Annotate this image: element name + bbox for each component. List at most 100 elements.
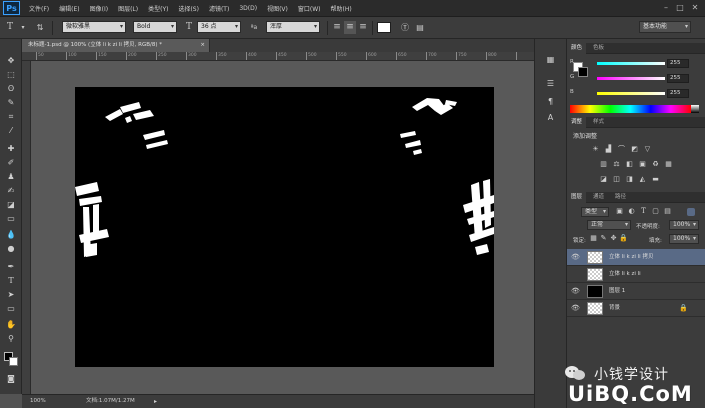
photo-filter-icon[interactable]: ▣ [638, 160, 647, 169]
lock-pixels-icon[interactable]: ✎ [599, 234, 608, 243]
channel-b-slider[interactable] [597, 92, 665, 95]
fill-input[interactable]: 100% [669, 234, 699, 244]
paragraph-panel-icon[interactable]: ¶ [546, 97, 555, 106]
shape-tool-icon[interactable]: ▭ [3, 303, 19, 315]
font-size-select[interactable]: 36 点 [197, 21, 241, 33]
crop-tool-icon[interactable]: ⌗ [3, 111, 19, 123]
type-tool-preset-icon[interactable]: T [4, 21, 16, 34]
menu-edit[interactable]: 编辑(E) [54, 4, 84, 13]
lasso-tool-icon[interactable]: ʘ [3, 83, 19, 95]
font-style-select[interactable]: Bold [133, 21, 177, 33]
quick-mask-icon[interactable]: ◙ [3, 373, 19, 385]
blend-mode-select[interactable]: 正常 [587, 220, 631, 230]
menu-view[interactable]: 视图(V) [262, 4, 293, 13]
menu-window[interactable]: 窗口(W) [293, 4, 326, 13]
channel-g-slider[interactable] [597, 77, 665, 80]
zoom-level[interactable]: 100% [30, 395, 46, 408]
type-tool-icon[interactable]: T [3, 275, 19, 287]
background-color-swatch[interactable] [9, 357, 18, 366]
layer-row[interactable]: 👁 图层 1 [567, 283, 705, 300]
antialias-select[interactable]: 浑厚 [266, 21, 320, 33]
character-panel-icon[interactable]: ▤ [414, 21, 426, 34]
layer-filter-select[interactable]: 类型 [581, 207, 609, 217]
filter-smart-icon[interactable]: ▤ [663, 207, 672, 216]
move-tool-icon[interactable]: ✥ [3, 55, 19, 67]
filter-type-icon[interactable]: T [639, 207, 648, 216]
color-balance-icon[interactable]: ⚖ [612, 160, 621, 169]
channel-b-value[interactable]: 255 [667, 89, 689, 98]
color-panel-background[interactable] [578, 67, 588, 77]
visibility-eye-icon[interactable]: 👁 [571, 304, 580, 313]
channel-mixer-icon[interactable]: ♻ [651, 160, 660, 169]
tab-paths[interactable]: 路径 [611, 192, 630, 203]
threshold-icon[interactable]: ◨ [625, 175, 634, 184]
align-left-icon[interactable]: ≡ [331, 21, 343, 34]
marquee-tool-icon[interactable]: ⬚ [3, 69, 19, 81]
layer-row[interactable]: 👁 立体 li k zi li 拷贝 [567, 249, 705, 266]
tool-presets-icon[interactable]: ☰ [546, 79, 555, 88]
channel-g-value[interactable]: 255 [667, 74, 689, 83]
menu-help[interactable]: 帮助(H) [326, 4, 357, 13]
history-brush-tool-icon[interactable]: ✍ [3, 185, 19, 197]
visibility-eye-icon[interactable]: 👁 [571, 287, 580, 296]
lock-position-icon[interactable]: ✥ [609, 234, 618, 243]
document-tab[interactable]: 未标题-1.psd @ 100% (立体 li k zi li 拷贝, RGB/… [22, 39, 210, 52]
pen-tool-icon[interactable]: ✒ [3, 261, 19, 273]
align-right-icon[interactable]: ≡ [357, 21, 369, 34]
visibility-empty-icon[interactable] [571, 270, 580, 279]
invert-icon[interactable]: ◪ [599, 175, 608, 184]
tab-adjustments[interactable]: 调整 [567, 117, 587, 128]
menu-image[interactable]: 图像(I) [85, 4, 113, 13]
tab-layers[interactable]: 图层 [567, 192, 587, 203]
gradient-tool-icon[interactable]: ▭ [3, 213, 19, 225]
selective-color-icon[interactable]: ◭ [638, 175, 647, 184]
visibility-eye-icon[interactable]: 👁 [571, 253, 580, 262]
vibrance-icon[interactable]: ▽ [643, 145, 652, 154]
character-panel-dock-icon[interactable]: A [546, 113, 555, 122]
clone-stamp-tool-icon[interactable]: ♟ [3, 171, 19, 183]
tab-styles[interactable]: 样式 [589, 117, 608, 128]
maximize-icon[interactable]: □ [675, 3, 685, 13]
menu-type[interactable]: 类型(Y) [143, 4, 173, 13]
brightness-icon[interactable]: ☀ [591, 145, 600, 154]
blur-tool-icon[interactable]: 💧 [3, 229, 19, 241]
levels-icon[interactable]: ▟ [604, 145, 613, 154]
eyedropper-tool-icon[interactable]: ⁄ [3, 125, 19, 137]
dodge-tool-icon[interactable]: ● [3, 243, 19, 255]
hand-tool-icon[interactable]: ✋ [3, 319, 19, 331]
layer-row[interactable]: 立体 li k zi li [567, 266, 705, 283]
hue-saturation-icon[interactable]: ▥ [599, 160, 608, 169]
align-center-icon[interactable]: ≡ [344, 21, 356, 34]
path-select-tool-icon[interactable]: ➤ [3, 289, 19, 301]
color-lookup-icon[interactable]: ▦ [664, 160, 673, 169]
exposure-icon[interactable]: ◩ [630, 145, 639, 154]
document-size[interactable]: 文档:1.07M/1.27M [86, 395, 135, 408]
zoom-tool-icon[interactable]: ⚲ [3, 333, 19, 345]
warp-text-icon[interactable]: Ⓣ [399, 21, 411, 34]
quick-select-tool-icon[interactable]: ✎ [3, 97, 19, 109]
channel-r-slider[interactable] [597, 62, 665, 65]
minimize-icon[interactable]: – [661, 3, 671, 13]
channel-r-value[interactable]: 255 [667, 59, 689, 68]
curves-icon[interactable]: ⌒ [617, 145, 626, 154]
filter-toggle[interactable] [687, 208, 695, 216]
preset-dropdown-icon[interactable]: ▾ [17, 21, 29, 34]
layer-row[interactable]: 👁 背景 🔒 [567, 300, 705, 317]
status-arrow-icon[interactable]: ▸ [154, 395, 157, 408]
menu-select[interactable]: 选择(S) [173, 4, 204, 13]
text-orientation-icon[interactable]: ⇅ [34, 21, 46, 34]
menu-file[interactable]: 文件(F) [24, 4, 54, 13]
menu-filter[interactable]: 滤镜(T) [204, 4, 234, 13]
menu-layer[interactable]: 图层(L) [113, 4, 143, 13]
filter-adjustment-icon[interactable]: ◐ [627, 207, 636, 216]
document-canvas[interactable] [75, 87, 494, 367]
text-color-swatch[interactable] [377, 22, 391, 33]
healing-brush-tool-icon[interactable]: ✚ [3, 143, 19, 155]
font-family-select[interactable]: 微软雅黑 [62, 21, 126, 33]
posterize-icon[interactable]: ◫ [612, 175, 621, 184]
tab-swatches[interactable]: 色板 [589, 43, 608, 54]
eraser-tool-icon[interactable]: ◪ [3, 199, 19, 211]
lock-transparent-icon[interactable]: ▦ [589, 234, 598, 243]
filter-shape-icon[interactable]: ▢ [651, 207, 660, 216]
lock-all-icon[interactable]: 🔒 [619, 234, 628, 243]
